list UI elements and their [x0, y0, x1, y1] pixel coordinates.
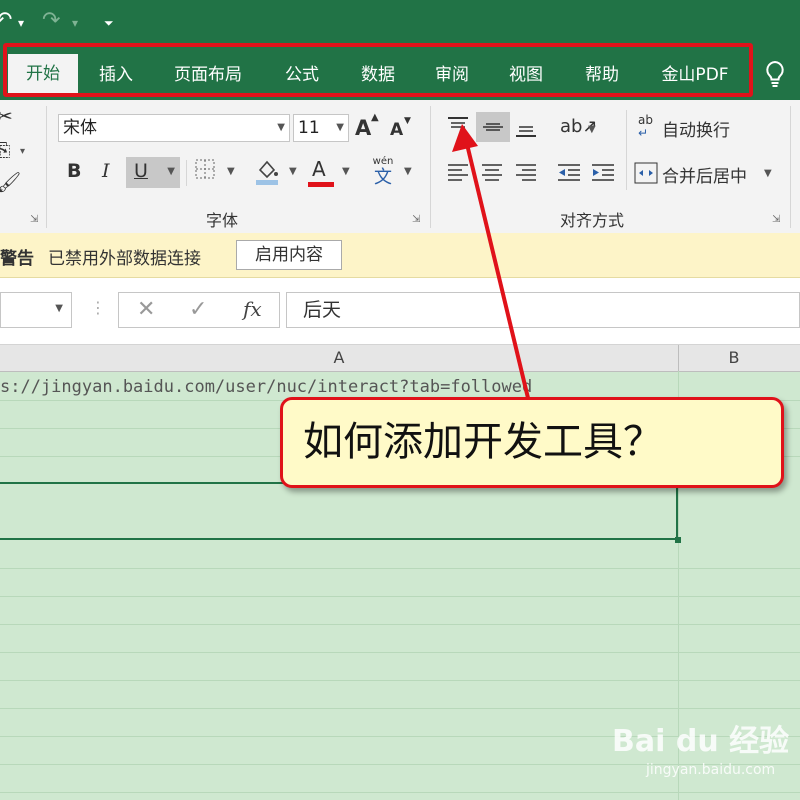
row-line [0, 680, 800, 681]
chevron-down-icon[interactable]: ▼ [342, 166, 350, 177]
underline-button[interactable]: U ▼ [126, 157, 180, 188]
format-painter-icon[interactable]: 🖌 [0, 170, 21, 194]
font-name-combo[interactable]: 宋体 ▼ [58, 114, 290, 142]
title-bar [0, 0, 800, 48]
bold-button[interactable]: B [67, 160, 81, 182]
align-center-icon[interactable] [480, 162, 504, 188]
enable-content-button[interactable]: 启用内容 [236, 240, 342, 270]
chevron-down-icon[interactable]: ▼ [167, 166, 175, 177]
chevron-down-icon[interactable]: ▼ [404, 166, 412, 177]
formula-input[interactable]: 后天 [286, 292, 800, 328]
grow-arrow-icon: ▲ [371, 112, 379, 123]
insert-function-icon[interactable]: fx [243, 297, 262, 321]
font-name-value: 宋体 [63, 118, 97, 138]
chevron-down-icon[interactable]: ▼ [289, 166, 297, 177]
row-line [0, 624, 800, 625]
fill-color-icon[interactable] [254, 158, 280, 190]
row-line [0, 792, 800, 793]
chevron-down-icon[interactable]: ▼ [227, 166, 235, 177]
align-middle-button[interactable] [476, 112, 510, 142]
align-right-icon[interactable] [514, 162, 538, 188]
redo-icon: ↷ [42, 8, 61, 33]
redo-dropdown-icon: ▾ [72, 16, 79, 30]
borders-icon[interactable] [194, 158, 216, 184]
font-size-value: 11 [298, 118, 320, 138]
security-warning-title: 警告 [0, 249, 34, 269]
column-header-b[interactable]: B [679, 345, 789, 371]
shrink-font-button[interactable]: A [390, 120, 403, 140]
italic-button[interactable]: I [102, 160, 110, 182]
wrap-text-icon: ab [638, 113, 653, 127]
font-color-label: A [312, 157, 326, 181]
chevron-down-icon[interactable]: ▼ [336, 115, 344, 141]
row-line [0, 708, 800, 709]
column-header-a[interactable]: A [0, 345, 678, 371]
alignment-launcher-icon[interactable]: ⇲ [772, 214, 780, 225]
wrap-arrow-icon: ↵ [638, 126, 649, 140]
wrap-text-label: 自动换行 [662, 121, 730, 141]
name-box[interactable]: ▼ [0, 292, 72, 328]
divider [626, 110, 627, 190]
font-color-swatch [308, 182, 334, 187]
align-bottom-icon[interactable] [514, 118, 538, 142]
clipboard-launcher-icon[interactable]: ⇲ [30, 214, 38, 225]
row-line [0, 596, 800, 597]
cell-a1-text[interactable]: s://jingyan.baidu.com/user/nuc/interact?… [0, 377, 532, 397]
baidu-watermark-logo: Bai du 经验 [612, 724, 790, 759]
divider [186, 160, 187, 186]
fill-handle[interactable] [675, 537, 681, 543]
row-line [0, 652, 800, 653]
selected-cell[interactable] [0, 482, 678, 540]
font-size-combo[interactable]: 11 ▼ [293, 114, 349, 142]
undo-dropdown-icon[interactable]: ▾ [18, 16, 24, 30]
grow-font-button[interactable]: A [355, 116, 371, 140]
group-separator [790, 106, 791, 228]
security-warning-message: 已禁用外部数据连接 [48, 249, 201, 269]
annotation-callout: 如何添加开发工具？ [280, 397, 784, 488]
row-line [0, 568, 800, 569]
drag-handle-icon[interactable]: ⋮ [90, 298, 106, 317]
phonetic-char: 文 [374, 167, 392, 188]
alignment-group-label: 对齐方式 [560, 211, 625, 230]
phonetic-guide-button[interactable]: wén 文 [368, 156, 398, 190]
wrap-text-button[interactable]: ab ↵ 自动换行 [636, 114, 756, 142]
merge-center-button[interactable]: 合并后居中 ▼ [634, 160, 776, 188]
undo-icon[interactable]: ↶ [0, 8, 12, 33]
copy-icon[interactable]: ⎘ [0, 140, 10, 161]
baidu-watermark-url: jingyan.baidu.com [646, 762, 776, 778]
increase-indent-icon[interactable] [590, 162, 616, 188]
tell-me-lightbulb-icon[interactable] [764, 60, 786, 94]
underline-label: U [134, 160, 148, 182]
group-separator [46, 106, 47, 228]
tabs-highlight-box [3, 43, 753, 97]
chevron-down-icon[interactable]: ▼ [588, 124, 596, 135]
copy-dropdown-icon[interactable]: ▾ [20, 146, 25, 157]
merge-center-label: 合并后居中 [662, 167, 747, 187]
chevron-down-icon[interactable]: ▼ [277, 115, 285, 141]
cancel-icon[interactable]: ✕ [137, 297, 155, 322]
formula-buttons: ✕ ✓ fx [118, 292, 280, 328]
font-color-button[interactable]: A [308, 157, 334, 187]
font-group-label: 字体 [206, 211, 239, 230]
enter-icon[interactable]: ✓ [189, 297, 207, 322]
chevron-down-icon[interactable]: ▼ [55, 303, 63, 314]
align-top-icon[interactable] [446, 116, 470, 140]
group-separator [430, 106, 431, 228]
decrease-indent-icon[interactable] [556, 162, 582, 188]
cut-icon[interactable]: ✂ [0, 104, 13, 128]
customize-toolbar-icon[interactable]: ⏷ [104, 16, 114, 31]
shrink-arrow-icon: ▼ [404, 116, 411, 126]
align-left-icon[interactable] [446, 162, 470, 188]
chevron-down-icon[interactable]: ▼ [764, 168, 772, 179]
font-launcher-icon[interactable]: ⇲ [412, 214, 420, 225]
